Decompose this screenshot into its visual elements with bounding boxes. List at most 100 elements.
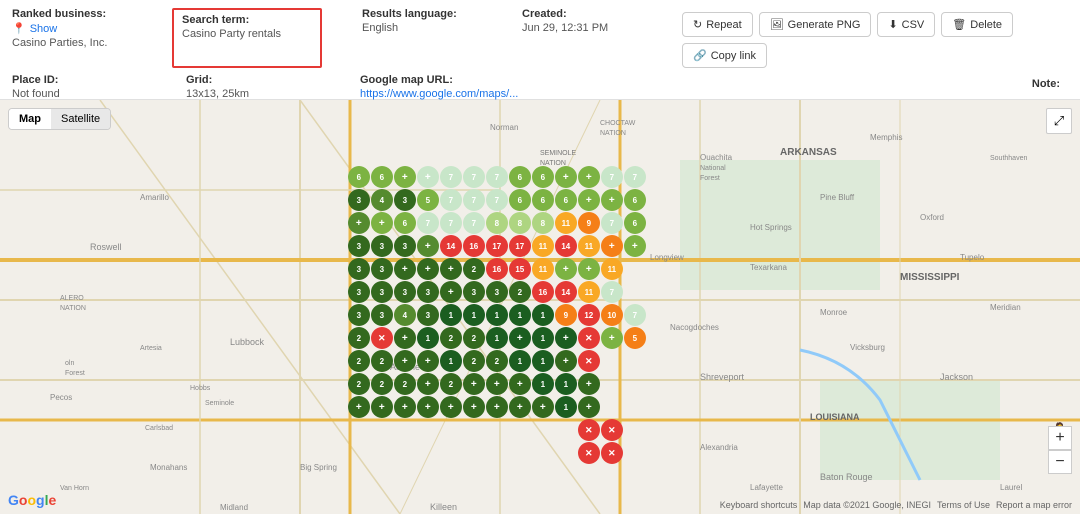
grid-cell[interactable] bbox=[509, 419, 531, 441]
map-container[interactable]: Roswell Pecos Monahans Lubbock Midland O… bbox=[0, 100, 1080, 514]
grid-cell[interactable]: 16 bbox=[463, 235, 485, 257]
grid-cell[interactable]: + bbox=[578, 396, 600, 418]
grid-cell[interactable]: + bbox=[394, 258, 416, 280]
grid-cell[interactable]: + bbox=[555, 327, 577, 349]
copy-link-button[interactable]: 🔗 Copy link bbox=[682, 43, 767, 68]
grid-cell[interactable]: 3 bbox=[348, 189, 370, 211]
grid-cell[interactable]: 14 bbox=[555, 281, 577, 303]
grid-cell[interactable]: 1 bbox=[463, 304, 485, 326]
grid-cell[interactable] bbox=[440, 419, 462, 441]
grid-cell[interactable]: + bbox=[417, 373, 439, 395]
grid-cell[interactable] bbox=[371, 442, 393, 464]
grid-cell[interactable] bbox=[624, 419, 646, 441]
grid-cell[interactable] bbox=[509, 442, 531, 464]
grid-cell[interactable]: 3 bbox=[348, 304, 370, 326]
grid-cell[interactable]: 2 bbox=[371, 350, 393, 372]
grid-cell[interactable]: 1 bbox=[532, 373, 554, 395]
grid-cell[interactable]: 15 bbox=[509, 258, 531, 280]
grid-cell[interactable] bbox=[532, 442, 554, 464]
grid-cell[interactable]: 4 bbox=[371, 189, 393, 211]
grid-cell[interactable]: 2 bbox=[440, 327, 462, 349]
grid-cell[interactable]: + bbox=[417, 166, 439, 188]
grid-cell[interactable]: 7 bbox=[601, 212, 623, 234]
grid-cell[interactable]: + bbox=[532, 396, 554, 418]
grid-cell[interactable] bbox=[624, 350, 646, 372]
report-error-link[interactable]: Report a map error bbox=[996, 500, 1072, 510]
grid-cell[interactable] bbox=[348, 419, 370, 441]
grid-cell[interactable] bbox=[624, 396, 646, 418]
grid-cell[interactable]: + bbox=[578, 189, 600, 211]
grid-cell[interactable] bbox=[601, 350, 623, 372]
grid-cell[interactable] bbox=[624, 281, 646, 303]
grid-cell[interactable]: + bbox=[394, 166, 416, 188]
show-link[interactable]: Show bbox=[30, 23, 58, 35]
grid-cell[interactable]: 2 bbox=[348, 327, 370, 349]
grid-cell[interactable]: + bbox=[348, 212, 370, 234]
grid-cell[interactable]: 11 bbox=[555, 212, 577, 234]
grid-cell[interactable]: 1 bbox=[532, 350, 554, 372]
grid-cell[interactable]: 12 bbox=[578, 304, 600, 326]
grid-cell[interactable]: 7 bbox=[463, 166, 485, 188]
grid-cell[interactable] bbox=[440, 442, 462, 464]
grid-cell[interactable]: + bbox=[486, 373, 508, 395]
grid-cell[interactable]: 1 bbox=[532, 327, 554, 349]
grid-cell[interactable]: 1 bbox=[417, 327, 439, 349]
grid-cell[interactable]: + bbox=[463, 373, 485, 395]
grid-cell[interactable]: + bbox=[578, 166, 600, 188]
grid-cell[interactable]: 3 bbox=[463, 281, 485, 303]
generate-png-button[interactable]: 🖼 Generate PNG bbox=[759, 12, 872, 37]
grid-cell[interactable]: 3 bbox=[417, 281, 439, 303]
grid-cell[interactable]: 2 bbox=[463, 258, 485, 280]
grid-cell[interactable]: 6 bbox=[371, 166, 393, 188]
grid-cell[interactable]: 5 bbox=[624, 327, 646, 349]
keyboard-shortcuts-link[interactable]: Keyboard shortcuts bbox=[720, 500, 798, 510]
grid-cell[interactable]: 1 bbox=[440, 304, 462, 326]
grid-cell[interactable]: + bbox=[624, 235, 646, 257]
fullscreen-button[interactable]: ⤢ bbox=[1046, 108, 1072, 134]
grid-cell[interactable]: 7 bbox=[486, 189, 508, 211]
grid-cell[interactable]: 16 bbox=[486, 258, 508, 280]
grid-cell[interactable]: 14 bbox=[555, 235, 577, 257]
grid-cell[interactable]: 1 bbox=[486, 327, 508, 349]
map-tab[interactable]: Map bbox=[9, 109, 51, 129]
grid-cell[interactable]: + bbox=[371, 212, 393, 234]
repeat-button[interactable]: ↻ Repeat bbox=[682, 12, 753, 37]
zoom-out-button[interactable]: − bbox=[1048, 450, 1072, 474]
grid-cell[interactable]: ✕ bbox=[371, 327, 393, 349]
grid-cell[interactable]: 8 bbox=[486, 212, 508, 234]
grid-cell[interactable]: + bbox=[348, 396, 370, 418]
grid-cell[interactable]: 11 bbox=[601, 258, 623, 280]
grid-cell[interactable]: + bbox=[509, 327, 531, 349]
grid-cell[interactable]: 1 bbox=[486, 304, 508, 326]
grid-cell[interactable] bbox=[463, 442, 485, 464]
grid-cell[interactable]: + bbox=[555, 350, 577, 372]
grid-cell[interactable]: + bbox=[440, 396, 462, 418]
zoom-in-button[interactable]: + bbox=[1048, 426, 1072, 450]
grid-cell[interactable] bbox=[624, 442, 646, 464]
grid-cell[interactable]: + bbox=[509, 396, 531, 418]
grid-cell[interactable]: + bbox=[463, 396, 485, 418]
grid-cell[interactable]: 11 bbox=[532, 235, 554, 257]
grid-cell[interactable]: 7 bbox=[463, 189, 485, 211]
grid-cell[interactable]: 8 bbox=[509, 212, 531, 234]
grid-cell[interactable]: + bbox=[578, 373, 600, 395]
grid-cell[interactable]: ✕ bbox=[578, 327, 600, 349]
grid-cell[interactable]: 3 bbox=[348, 235, 370, 257]
grid-cell[interactable] bbox=[532, 419, 554, 441]
grid-cell[interactable]: 3 bbox=[348, 281, 370, 303]
grid-cell[interactable]: + bbox=[509, 373, 531, 395]
grid-cell[interactable] bbox=[601, 373, 623, 395]
grid-cell[interactable]: 2 bbox=[463, 350, 485, 372]
grid-cell[interactable]: 7 bbox=[601, 281, 623, 303]
grid-cell[interactable]: ✕ bbox=[578, 350, 600, 372]
grid-cell[interactable]: 6 bbox=[532, 166, 554, 188]
grid-cell[interactable]: 2 bbox=[463, 327, 485, 349]
grid-cell[interactable]: 6 bbox=[624, 212, 646, 234]
satellite-tab[interactable]: Satellite bbox=[51, 109, 110, 129]
grid-cell[interactable]: 1 bbox=[440, 350, 462, 372]
grid-cell[interactable]: + bbox=[486, 396, 508, 418]
grid-cell[interactable]: ✕ bbox=[601, 442, 623, 464]
grid-cell[interactable]: 6 bbox=[348, 166, 370, 188]
grid-cell[interactable] bbox=[417, 419, 439, 441]
grid-cell[interactable]: 17 bbox=[509, 235, 531, 257]
